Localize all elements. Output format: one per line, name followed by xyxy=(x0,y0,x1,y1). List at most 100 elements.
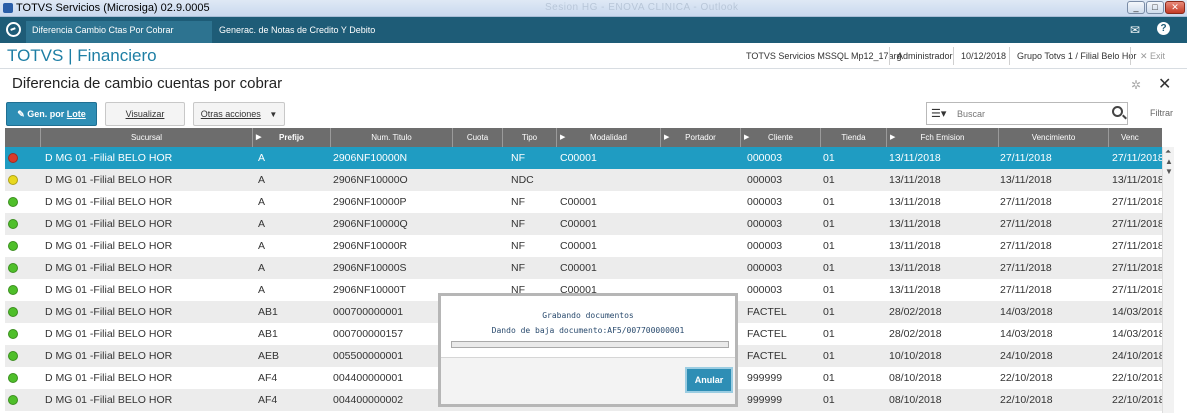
scroll-top-icon[interactable]: ⏶ xyxy=(1165,147,1171,157)
row-prefijo: AF4 xyxy=(258,372,278,384)
header-vencimiento[interactable]: Vencimiento xyxy=(999,128,1109,147)
pencil-icon: ✎ xyxy=(17,109,25,119)
gear-icon[interactable]: ✲ xyxy=(1131,78,1141,92)
row-fch-emision: 13/11/2018 xyxy=(889,218,941,230)
row-venc: 14/03/2018 xyxy=(1112,306,1162,318)
row-tipo: NF xyxy=(511,196,525,208)
scroll-down-icon[interactable]: ▼ xyxy=(1165,167,1173,176)
table-row[interactable]: D MG 01 -Filial BELO HOR A 2906NF10000N NF C… xyxy=(5,147,1162,169)
maximize-button[interactable]: □ xyxy=(1146,1,1164,14)
row-vencimiento: 14/03/2018 xyxy=(1000,328,1053,340)
gen-por-lote-button[interactable]: ✎ Gen. por Lote xyxy=(6,102,97,126)
row-venc: 27/11/2018 xyxy=(1112,218,1162,230)
row-fch-emision: 08/10/2018 xyxy=(889,394,942,406)
filter-columns-icon[interactable]: ☰▾ xyxy=(931,107,946,120)
mail-icon[interactable]: ✉ xyxy=(1130,23,1140,37)
close-icon[interactable]: ✕ xyxy=(1158,74,1171,94)
header-sucursal[interactable]: Sucursal xyxy=(41,128,253,147)
search-input[interactable] xyxy=(957,106,1107,121)
status-dot-icon xyxy=(8,153,18,163)
table-row[interactable]: D MG 01 -Filial BELO HOR A 2906NF10000S NF C… xyxy=(5,257,1162,279)
row-tienda: 01 xyxy=(823,328,835,340)
header-tienda[interactable]: Tienda xyxy=(821,128,887,147)
row-cliente: FACTEL xyxy=(747,328,787,340)
status-dot-icon xyxy=(8,307,18,317)
row-venc: 22/10/2018 xyxy=(1112,372,1162,384)
header-divider xyxy=(1009,47,1010,65)
header-num-titulo[interactable]: Num. Titulo xyxy=(331,128,453,147)
table-row[interactable]: D MG 01 -Filial BELO HOR A 2906NF10000O NDC… xyxy=(5,169,1162,191)
row-num-titulo: 2906NF10000T xyxy=(333,284,406,296)
otras-acciones-button[interactable]: Otras acciones ▼ xyxy=(193,102,285,126)
row-prefijo: AB1 xyxy=(258,328,278,340)
status-dot-icon xyxy=(8,197,18,207)
row-cliente: 000003 xyxy=(747,262,783,274)
row-modalidad: C00001 xyxy=(560,152,597,164)
page-title: Diferencia de cambio cuentas por cobrar xyxy=(12,75,283,92)
tab-generac-notas[interactable]: Generac. de Notas de Credito Y Debito [0… xyxy=(213,21,413,53)
header-fch-emision[interactable]: ▶ Fch Emision xyxy=(887,128,999,147)
row-tienda: 01 xyxy=(823,152,835,164)
row-vencimiento: 27/11/2018 xyxy=(1000,152,1052,164)
table-row[interactable]: D MG 01 -Filial BELO HOR A 2906NF10000Q NF C… xyxy=(5,213,1162,235)
header-divider xyxy=(889,47,890,65)
table-row[interactable]: D MG 01 -Filial BELO HOR A 2906NF10000P NF C… xyxy=(5,191,1162,213)
header-label: Prefijo xyxy=(279,133,304,142)
row-tienda: 01 xyxy=(823,372,835,384)
row-cliente: 999999 xyxy=(747,372,783,384)
search-icon[interactable] xyxy=(1112,106,1123,117)
header-label: Cliente xyxy=(768,133,793,142)
row-sucursal: D MG 01 -Filial BELO HOR xyxy=(45,306,173,318)
row-vencimiento: 13/11/2018 xyxy=(1000,174,1052,186)
row-tipo: NF xyxy=(511,152,525,164)
row-cliente: FACTEL xyxy=(747,306,787,318)
header-cuota[interactable]: Cuota xyxy=(453,128,503,147)
row-sucursal: D MG 01 -Filial BELO HOR xyxy=(45,328,173,340)
row-tienda: 01 xyxy=(823,262,835,274)
header-date: 10/12/2018 xyxy=(961,51,1007,61)
gen-por-lote-label: Gen. por xyxy=(27,109,67,119)
row-venc: 27/11/2018 xyxy=(1112,152,1162,164)
help-icon[interactable]: ? xyxy=(1157,22,1170,35)
row-vencimiento: 14/03/2018 xyxy=(1000,306,1053,318)
header-tipo[interactable]: Tipo xyxy=(503,128,557,147)
scroll-up-icon[interactable]: ▲ xyxy=(1165,157,1173,166)
header-label: Fch Emision xyxy=(920,133,965,142)
exit-button[interactable]: ✕ Exit xyxy=(1140,51,1165,62)
row-cliente: 999999 xyxy=(747,394,783,406)
header-cliente[interactable]: ▶ Cliente xyxy=(741,128,821,147)
header-label: Modalidad xyxy=(590,133,627,142)
tab-diferencia-cambio[interactable]: Diferencia Cambio Ctas Por Cobrar [02.9.… xyxy=(26,21,212,53)
row-modalidad: C00001 xyxy=(560,240,597,252)
row-tienda: 01 xyxy=(823,284,835,296)
visualizar-button[interactable]: Visualizar xyxy=(105,102,185,126)
row-prefijo: AB1 xyxy=(258,306,278,318)
row-vencimiento: 22/10/2018 xyxy=(1000,394,1053,406)
status-dot-icon xyxy=(8,219,18,229)
anular-button[interactable]: Anular xyxy=(685,367,733,393)
header-modalidad[interactable]: ▶ Modalidad xyxy=(557,128,661,147)
row-vencimiento: 22/10/2018 xyxy=(1000,372,1053,384)
row-venc: 27/11/2018 xyxy=(1112,196,1162,208)
header-user: Administrador xyxy=(897,51,953,61)
row-num-titulo: 004400000002 xyxy=(333,394,404,406)
header-prefijo[interactable]: ▶ Prefijo xyxy=(253,128,331,147)
vertical-scrollbar[interactable]: ⏶ ▲ ▼ xyxy=(1162,147,1174,413)
home-icon[interactable] xyxy=(6,22,21,37)
row-sucursal: D MG 01 -Filial BELO HOR xyxy=(45,284,173,296)
row-prefijo: AEB xyxy=(258,350,280,362)
table-row[interactable]: D MG 01 -Filial BELO HOR A 2906NF10000R NF C… xyxy=(5,235,1162,257)
row-cliente: 000003 xyxy=(747,152,783,164)
row-modalidad: C00001 xyxy=(560,262,597,274)
row-vencimiento: 27/11/2018 xyxy=(1000,284,1052,296)
row-sucursal: D MG 01 -Filial BELO HOR xyxy=(45,350,173,362)
row-prefijo: A xyxy=(258,218,266,230)
status-dot-icon xyxy=(8,241,18,251)
close-window-button[interactable]: ✕ xyxy=(1165,1,1185,14)
minimize-button[interactable]: _ xyxy=(1127,1,1145,14)
header-portador[interactable]: ▶ Portador xyxy=(661,128,741,147)
row-fch-emision: 13/11/2018 xyxy=(889,262,941,274)
row-tienda: 01 xyxy=(823,394,835,406)
header-venc[interactable]: Venc xyxy=(1109,128,1162,147)
filtrar-link[interactable]: Filtrar xyxy=(1150,108,1173,118)
